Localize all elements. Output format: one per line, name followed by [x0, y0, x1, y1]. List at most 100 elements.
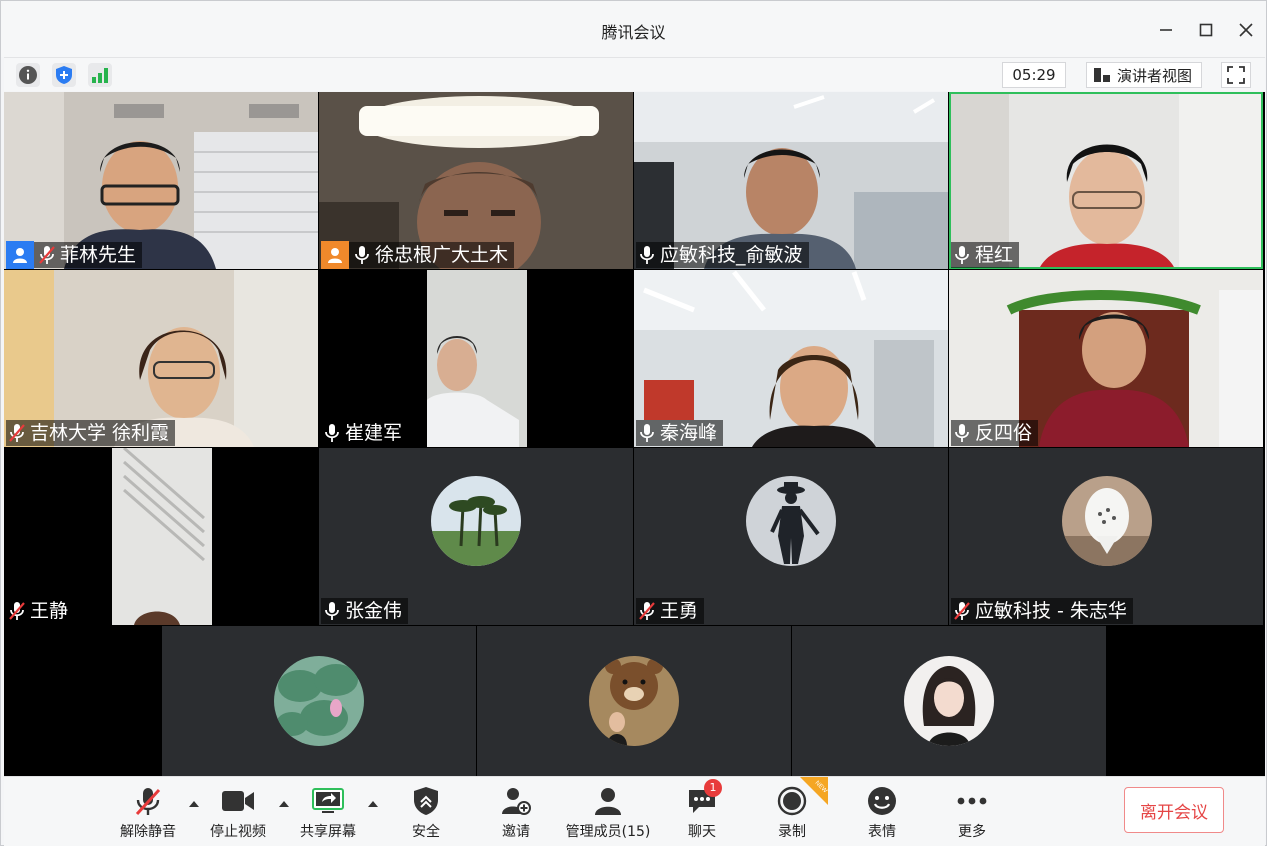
avatar	[746, 476, 836, 566]
video-tile-camera-off[interactable]	[162, 626, 476, 776]
participant-name-tag: 秦海峰	[636, 420, 724, 446]
window-title: 腾讯会议	[601, 23, 666, 42]
audio-options-caret-icon[interactable]	[187, 798, 201, 808]
reactions-label: 表情	[868, 824, 896, 840]
minimize-button[interactable]	[1151, 15, 1181, 45]
video-grid: 菲林先生 徐忠根广大土木 应敏科技_俞敏波 程红 吉林大学 徐利霞 崔建军 秦海…	[4, 92, 1265, 776]
video-tile[interactable]: 吉林大学 徐利霞	[4, 270, 318, 447]
video-tile[interactable]: 应敏科技_俞敏波	[634, 92, 948, 269]
video-tile[interactable]: 王静	[4, 448, 318, 625]
more-button[interactable]: 更多	[950, 785, 994, 843]
meeting-timer: 05:29	[1002, 62, 1066, 88]
mic-icon	[640, 246, 654, 264]
maximize-icon	[1199, 23, 1213, 37]
record-icon: NEW	[774, 777, 828, 817]
video-options-caret-icon[interactable]	[277, 798, 291, 808]
security-shield-button[interactable]	[52, 63, 76, 87]
participant-name-tag: 应敏科技 - 朱志华	[951, 598, 1133, 624]
video-tile[interactable]: 崔建军	[319, 270, 633, 447]
new-feature-tag: NEW	[800, 777, 828, 805]
video-tile[interactable]: 反四俗	[949, 270, 1263, 447]
chat-button[interactable]: 1 聊天	[680, 779, 724, 843]
video-tile[interactable]: 徐忠根广大土木	[319, 92, 633, 269]
mic-icon	[325, 602, 339, 620]
user-icon	[328, 248, 342, 263]
chat-icon: 1	[684, 779, 722, 817]
reactions-button[interactable]: 表情	[860, 785, 904, 843]
more-dots-icon	[954, 785, 990, 817]
add-user-icon	[498, 785, 534, 817]
participant-name-tag: 应敏科技_俞敏波	[636, 242, 809, 268]
share-screen-button[interactable]: 共享屏幕	[297, 785, 359, 843]
video-tile[interactable]: 秦海峰	[634, 270, 948, 447]
avatar	[904, 656, 994, 746]
security-button[interactable]: 安全	[404, 785, 448, 843]
stop-video-button[interactable]: 停止视频	[208, 785, 268, 843]
info-icon	[19, 66, 37, 84]
mic-muted-icon	[639, 602, 655, 620]
video-camera-icon	[220, 785, 256, 817]
video-tile-camera-off[interactable]: 王勇	[634, 448, 948, 625]
manage-members-button[interactable]: 管理成员(15)	[562, 785, 654, 843]
participant-name: 应敏科技 - 朱志华	[975, 600, 1127, 622]
close-icon	[1239, 23, 1253, 37]
participant-name-tag: 反四俗	[951, 420, 1039, 446]
participant-name: 张金伟	[345, 600, 403, 622]
avatar	[431, 476, 521, 566]
video-tile[interactable]: 菲林先生	[4, 92, 318, 269]
speaker-view-button[interactable]: 演讲者视图	[1086, 62, 1202, 88]
video-tile-active-speaker[interactable]: 程红	[949, 92, 1263, 269]
mic-icon	[955, 424, 969, 442]
close-button[interactable]	[1231, 15, 1261, 45]
title-bar: 腾讯会议	[1, 1, 1266, 57]
mic-icon	[355, 246, 369, 264]
participant-name: 程红	[975, 244, 1014, 266]
participant-name-tag: 张金伟	[321, 598, 409, 624]
share-screen-icon	[310, 785, 346, 817]
video-tile-camera-off[interactable]: 张金伟	[319, 448, 633, 625]
signal-bars-icon	[92, 68, 108, 83]
shield-icon	[408, 785, 444, 817]
video-tile-camera-off[interactable]: 应敏科技 - 朱志华	[949, 448, 1263, 625]
network-signal-button[interactable]	[88, 63, 112, 87]
participant-name-tag: 崔建军	[321, 420, 409, 446]
avatar	[589, 656, 679, 746]
stop-video-label: 停止视频	[210, 824, 266, 840]
participant-name: 王静	[30, 600, 69, 622]
participant-name: 王勇	[660, 600, 699, 622]
more-label: 更多	[958, 824, 986, 840]
minimize-icon	[1160, 29, 1172, 31]
cohost-badge	[321, 241, 349, 269]
host-badge	[6, 241, 34, 269]
video-tile-camera-off[interactable]	[477, 626, 791, 776]
participant-name-tag: 徐忠根广大土木	[321, 241, 515, 269]
chat-label: 聊天	[688, 824, 716, 840]
participant-name: 反四俗	[975, 422, 1033, 444]
shield-icon	[56, 66, 72, 84]
share-options-caret-icon[interactable]	[366, 798, 380, 808]
participant-name-tag: 王静	[6, 598, 75, 624]
layout-icon	[1094, 68, 1110, 82]
meeting-status-bar: 05:29 演讲者视图	[4, 57, 1265, 91]
speaker-view-label: 演讲者视图	[1117, 66, 1193, 85]
participant-name: 应敏科技_俞敏波	[660, 244, 803, 266]
participant-name: 秦海峰	[660, 422, 718, 444]
user-icon	[13, 248, 27, 263]
mic-muted-icon	[9, 602, 25, 620]
info-button[interactable]	[16, 63, 40, 87]
participant-name-tag: 王勇	[636, 598, 705, 624]
mic-muted-icon	[954, 602, 970, 620]
video-tile-camera-off[interactable]	[792, 626, 1106, 776]
unmute-button[interactable]: 解除静音	[119, 785, 177, 843]
leave-meeting-button[interactable]: 离开会议	[1124, 787, 1224, 833]
mic-icon	[955, 246, 969, 264]
record-button[interactable]: NEW 录制	[770, 777, 828, 843]
maximize-button[interactable]	[1191, 15, 1221, 45]
participant-name-tag: 程红	[951, 242, 1020, 268]
mic-muted-icon	[39, 246, 55, 264]
participant-name: 崔建军	[345, 422, 403, 444]
invite-button[interactable]: 邀请	[494, 785, 538, 843]
mic-icon	[640, 424, 654, 442]
participant-name: 菲林先生	[60, 244, 137, 266]
fullscreen-button[interactable]	[1221, 62, 1251, 88]
